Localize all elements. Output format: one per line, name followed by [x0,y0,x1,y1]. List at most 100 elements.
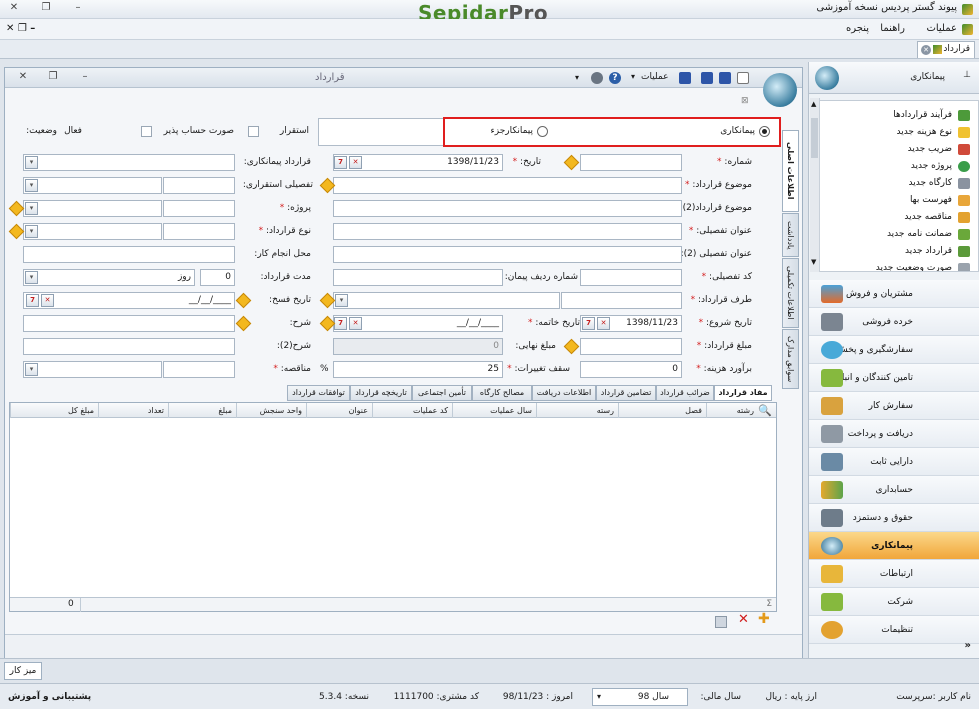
module-accounting[interactable]: حسابداری [809,476,979,504]
quick-panel-scrollbar[interactable]: ▲ ▼ [810,98,820,272]
module-suppliers-inventory[interactable]: تامین کنندگان و انبار [809,364,979,392]
quick-item-new-contract[interactable]: قرارداد جدید [820,243,978,260]
detail-title-input[interactable] [333,223,682,240]
cancel-date-input[interactable]: __/__/____ [23,292,235,309]
party-code[interactable] [561,292,682,309]
dropdown-icon[interactable]: ▾ [25,271,38,284]
new-document-icon[interactable] [737,72,749,84]
module-company[interactable]: شرکت [809,588,979,616]
save-and-new-icon[interactable] [701,72,713,84]
calendar-icon[interactable]: 7 [334,156,347,169]
detail-title2-input[interactable] [333,246,682,263]
form-minimize-icon[interactable]: – [77,71,93,82]
col-chapter[interactable]: فصل [618,403,706,418]
module-ordering-distribution[interactable]: سفارشگیری و پخش [809,336,979,364]
tab-contract-history[interactable]: تاریخچه قرارداد [350,385,412,401]
menu-item-help[interactable]: راهنما [880,23,905,34]
clear-icon[interactable]: ✕ [349,156,362,169]
col-operation-code[interactable]: کد عملیات [372,403,452,418]
delete-row-icon[interactable]: ✕ [738,612,749,627]
close-tab-icon[interactable]: ✕ [921,45,931,55]
col-price[interactable]: مبلغ [168,403,236,418]
search-icon[interactable]: 🔍 [758,404,772,417]
tab-social-security[interactable]: تأمین اجتماعی [412,385,472,401]
billable-checkbox[interactable] [141,126,152,137]
tab-site-materials[interactable]: مصالح کارگاه [472,385,532,401]
doc-tab-contract[interactable]: قرارداد ✕ [917,41,975,58]
quick-item-price-list[interactable]: فهرست بها [820,192,978,209]
module-customers-sales[interactable]: مشتریان و فروش [809,280,979,308]
minimize-icon[interactable]: – [70,2,86,13]
module-work-order[interactable]: سفارش کار [809,392,979,420]
side-tab-notes[interactable]: یادداشت [782,213,799,257]
calendar-icon[interactable]: 7 [26,294,39,307]
radio-subcontracting[interactable] [537,126,548,137]
party-input[interactable] [333,292,560,309]
dropdown-icon[interactable]: ▾ [25,179,38,192]
dropdown-icon[interactable]: ▾ [335,294,348,307]
quick-item-new-coefficient[interactable]: ضریب جدید [820,141,978,158]
chevron-down-icon[interactable]: ▾ [631,72,635,81]
scroll-thumb[interactable] [811,118,818,158]
project-code[interactable] [163,200,235,217]
description-input[interactable] [23,315,235,332]
add-row-icon[interactable]: ✚ [758,611,770,627]
tab-contract-guarantees[interactable]: تضامین قرارداد [596,385,656,401]
contractor-contract-input[interactable] [23,154,235,171]
tender-code[interactable] [163,361,235,378]
tab-contract-agreements[interactable]: توافقات قرارداد [287,385,350,401]
module-settings[interactable]: تنظیمات [809,616,979,644]
fiscal-year-select[interactable]: سال 98 ▾ [592,688,688,706]
col-title[interactable]: عنوان [306,403,372,418]
contract-type-input[interactable] [23,223,162,240]
start-date-input[interactable]: 1398/11/23 [580,315,682,332]
side-tab-additional-info[interactable]: اطلاعات تکمیلی [782,258,799,328]
amount-input[interactable] [580,338,682,355]
quick-item-new-workshop[interactable]: کارگاه جدید [820,175,978,192]
project-input[interactable] [23,200,162,217]
quick-item-new-tender[interactable]: مناقصه جدید [820,209,978,226]
col-unit[interactable]: واحد سنجش [236,403,306,418]
col-total[interactable]: مبلغ کل [10,403,98,418]
settlement-checkbox[interactable] [248,126,259,137]
col-operation-year[interactable]: سال عملیات [452,403,536,418]
maximize-icon[interactable]: ❐ [38,2,54,13]
col-discipline[interactable]: رشته [706,403,758,418]
grid-options-icon[interactable] [715,616,727,628]
side-tab-main-info[interactable]: اطلاعات اصلی [782,130,799,212]
col-category[interactable]: رسته [536,403,618,418]
work-place-input[interactable] [23,246,235,263]
number-input[interactable] [580,154,682,171]
module-communications[interactable]: ارتباطات [809,560,979,588]
module-receipt-payment[interactable]: دریافت و پرداخت [809,420,979,448]
col-quantity[interactable]: تعداد [98,403,168,418]
dropdown-icon[interactable]: ▾ [25,156,38,169]
duration-unit-select[interactable]: روز [23,269,195,286]
settings-icon[interactable] [591,72,603,84]
tab-contract-coefficients[interactable]: ضرائب قرارداد [656,385,714,401]
form-close-icon[interactable]: ✕ [15,71,31,82]
subject2-input[interactable] [333,200,682,217]
description2-input[interactable] [23,338,235,355]
form-maximize-icon[interactable]: ❐ [45,71,61,82]
operations-menu[interactable]: عملیات [641,72,668,82]
menu-item-window[interactable]: پنجره [846,23,869,34]
pin-icon[interactable]: ⊠ [741,96,749,106]
quick-item-new-guarantee[interactable]: ضمانت نامه جدید [820,226,978,243]
module-contracting[interactable]: پیمانکاری [809,532,979,560]
save-icon[interactable] [719,72,731,84]
quick-item-new-expense-type[interactable]: نوع هزینه جدید [820,124,978,141]
change-cap-input[interactable]: 25 [333,361,503,378]
detail-code-input[interactable] [580,269,682,286]
support-link[interactable]: پشتیبانی و آموزش [8,684,91,709]
tab-contract-terms[interactable]: مفاد قرارداد [714,385,772,401]
quick-item-new-status-report[interactable]: صورت وضعیت جدید [820,260,978,271]
contract-row-input[interactable] [333,269,503,286]
expand-icon[interactable]: » [965,640,971,651]
mdi-controls[interactable]: ✕ ❐ – [6,23,35,34]
quick-item-new-project[interactable]: پروژه جدید [820,158,978,175]
clear-icon[interactable]: ✕ [349,317,362,330]
dropdown-icon[interactable]: ▾ [25,202,38,215]
help-icon[interactable]: ? [609,72,621,84]
quick-item-contract-process[interactable]: فرآیند قراردادها [820,107,978,124]
